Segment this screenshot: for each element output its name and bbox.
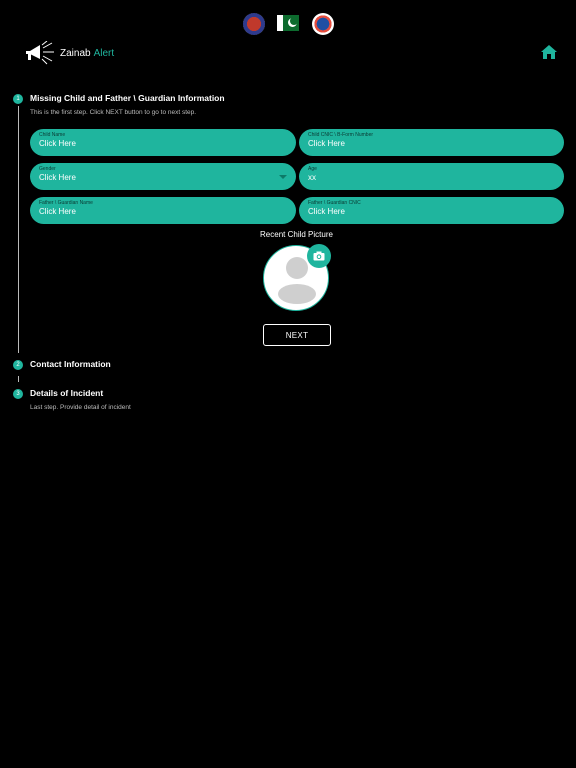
child-name-input[interactable]: Click Here: [39, 139, 286, 148]
step-2-indicator: 2: [13, 360, 23, 370]
home-icon[interactable]: [540, 44, 558, 60]
guardian-name-label: Father \ Guardian Name: [39, 200, 93, 206]
child-name-field[interactable]: Child Name Click Here: [30, 129, 296, 156]
camera-button[interactable]: [307, 244, 331, 268]
next-button[interactable]: NEXT: [263, 324, 331, 346]
gender-label: Gender: [39, 166, 56, 172]
pakistan-flag-icon: [277, 15, 299, 31]
guardian-cnic-label: Father \ Guardian CNIC: [308, 200, 361, 206]
age-field[interactable]: Age xx: [299, 163, 564, 190]
guardian-cnic-field[interactable]: Father \ Guardian CNIC Click Here: [299, 197, 564, 224]
punjab-police-logo-icon: [243, 13, 265, 35]
step-3-subtitle: Last step. Provide detail of incident: [30, 404, 131, 411]
child-name-label: Child Name: [39, 132, 66, 138]
chevron-down-icon[interactable]: [279, 175, 287, 179]
brand-name-primary: Zainab: [60, 47, 91, 59]
guardian-name-field[interactable]: Father \ Guardian Name Click Here: [30, 197, 296, 224]
child-cnic-input[interactable]: Click Here: [308, 139, 554, 148]
step-3-title[interactable]: Details of Incident: [30, 388, 103, 398]
guardian-cnic-input[interactable]: Click Here: [308, 207, 554, 216]
child-cnic-label: Child CNIC \ B-Form Number: [308, 132, 374, 138]
brand-name: Zainab Alert: [60, 48, 114, 59]
camera-icon: [313, 251, 325, 261]
gender-select[interactable]: Gender Click Here: [30, 163, 296, 190]
age-label: Age: [308, 166, 317, 172]
step-1-title[interactable]: Missing Child and Father \ Guardian Info…: [30, 93, 225, 103]
step-2-title[interactable]: Contact Information: [30, 359, 111, 369]
step-1-subtitle: This is the first step. Click NEXT butto…: [30, 109, 197, 116]
step-3-indicator: 3: [13, 389, 23, 399]
age-input[interactable]: xx: [308, 173, 554, 182]
brand-name-accent: Alert: [93, 47, 115, 59]
app-brand: Zainab Alert: [24, 41, 114, 65]
guardian-name-input[interactable]: Click Here: [39, 207, 286, 216]
step-1-indicator: 1: [13, 94, 23, 104]
gender-value[interactable]: Click Here: [39, 173, 286, 182]
megaphone-icon: [26, 41, 54, 65]
stepper-line-lower: [17, 376, 19, 382]
child-cnic-field[interactable]: Child CNIC \ B-Form Number Click Here: [299, 129, 564, 156]
police-emblem-icon: [312, 13, 334, 35]
partner-logos: [0, 13, 576, 37]
recent-picture-label: Recent Child Picture: [260, 230, 333, 239]
